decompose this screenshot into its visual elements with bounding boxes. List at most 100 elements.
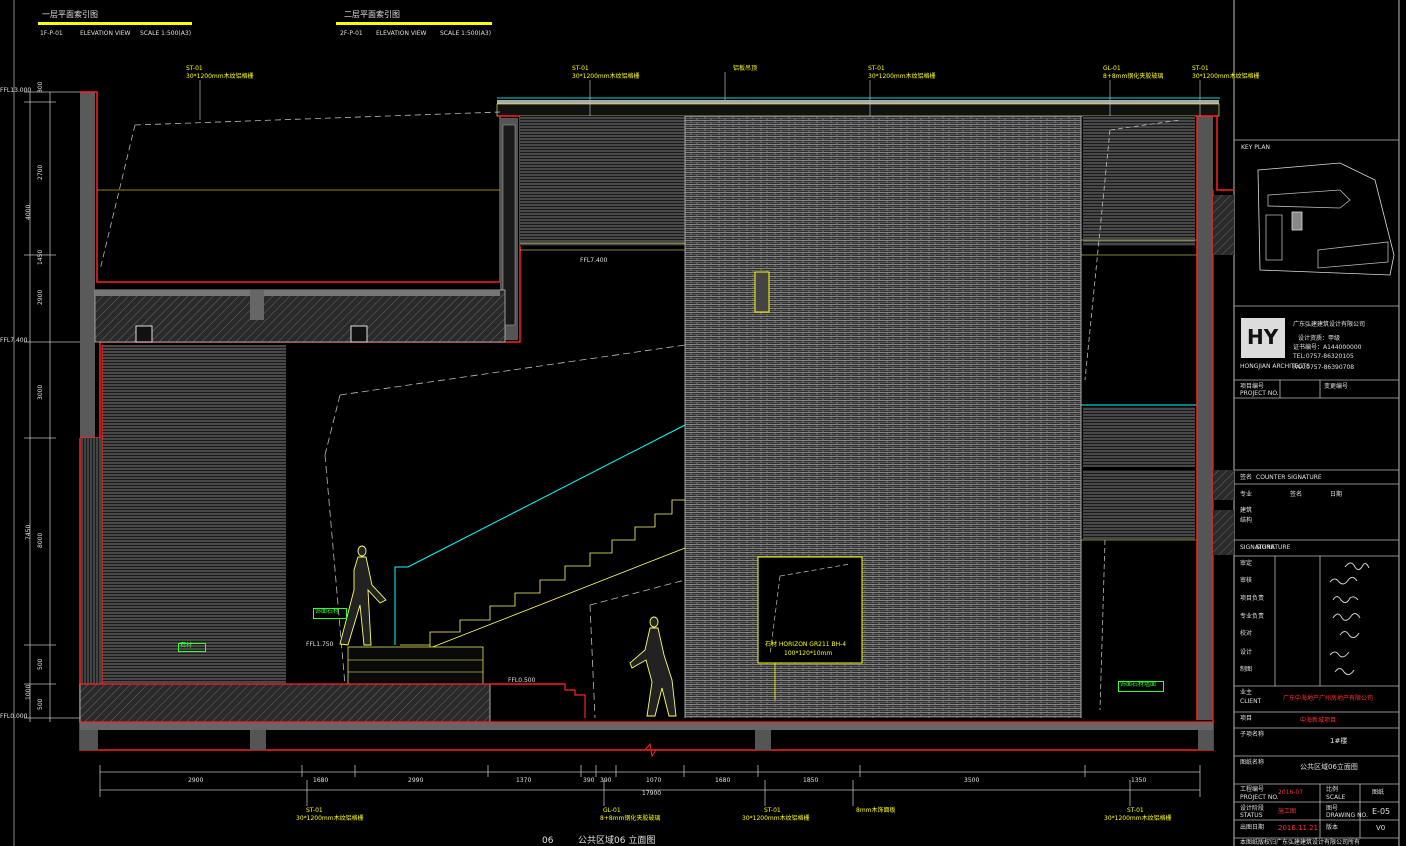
- tb-area: 1#楼: [1330, 737, 1348, 745]
- top-note-4-tag: ST-01: [868, 65, 885, 72]
- tb-role-struct: 结构: [1240, 517, 1253, 524]
- stair-steps: [400, 499, 686, 649]
- stone-label-sub: 100*120*10mm: [784, 650, 833, 657]
- tb-signature-title: SIGNATURE: [1256, 544, 1291, 551]
- left-dim-3: 4000: [25, 204, 32, 220]
- header-right-sub2: ELEVATION VIEW: [376, 30, 427, 37]
- tb-drawing-name: 公共区域06立面图: [1300, 763, 1358, 771]
- drawing-title: 公共区域06 立面图: [578, 836, 656, 846]
- bottom-note-1: 30*1200mm木纹铝格栅: [296, 815, 364, 822]
- bottom-note-5-tag: ST-01: [1127, 807, 1144, 814]
- tb-company-line3: 证书编号：A144000000: [1293, 344, 1362, 351]
- bottom-dim-total: 17900: [642, 790, 662, 797]
- tb-counter-signature: COUNTER SIGNATURE: [1256, 474, 1322, 481]
- bottom-note-2: 8+8mm钢化夹胶玻璃: [600, 815, 661, 822]
- tb-change: 变更编号: [1324, 383, 1349, 390]
- left-dim-8: 8000: [37, 532, 44, 548]
- top-note-6-tag: ST-01: [1192, 65, 1209, 72]
- left-dimension-lines: [24, 91, 80, 722]
- human-figure-left: [339, 545, 387, 646]
- level-upper-floor: FFL7.400: [580, 257, 608, 264]
- top-note-2: 30*1200mm木纹铝格栅: [572, 73, 640, 80]
- drawing-number: 06: [542, 836, 554, 846]
- header-left-sub2: ELEVATION VIEW: [80, 30, 131, 37]
- tb-sheet-label: 图纸: [1372, 789, 1385, 796]
- bottom-dim-2: 1680: [313, 777, 329, 784]
- tb-role-5: 校对: [1240, 630, 1253, 637]
- bottom-note-5: 30*1200mm木纹铝格栅: [1104, 815, 1172, 822]
- tb-area-label: 子项名称: [1240, 731, 1265, 738]
- tb-role-sign: 签名: [1290, 491, 1303, 498]
- left-dim-10: 1000: [25, 684, 32, 700]
- top-note-6: 30*1200mm木纹铝格栅: [1192, 73, 1260, 80]
- level-top: FFL13.000: [0, 87, 32, 94]
- key-plan-map: [1257, 162, 1395, 276]
- left-dim-7: 3000: [37, 384, 44, 400]
- tb-footer: 本图纸版权归广东弘建建筑设计有限公司所有: [1240, 839, 1361, 846]
- bottom-dim-4: 1370: [516, 777, 532, 784]
- left-dim-2: 2700: [37, 164, 44, 180]
- tb-sig-label: 签名: [1240, 474, 1253, 481]
- header-right-sub1: 2F-P-01: [340, 30, 363, 37]
- tb-drawing-label: 图纸名称: [1240, 759, 1265, 766]
- left-dim-6: 7450: [25, 524, 32, 540]
- bottom-dim-10: 3500: [964, 777, 980, 784]
- top-note-2-tag: ST-01: [572, 65, 589, 72]
- tb-drawing-no: E-05: [1372, 807, 1391, 816]
- top-note-3: 铝板吊顶: [733, 65, 758, 72]
- tb-scale-label: 比例: [1326, 786, 1339, 793]
- tb-drawing-no-en: DRAWING NO.: [1326, 812, 1368, 819]
- svg-text:HY: HY: [1247, 325, 1279, 349]
- tb-date-label: 出图日期: [1240, 824, 1265, 831]
- green-label-1: 饰面石材: [315, 608, 340, 615]
- tb-phase-value: 施工图: [1278, 808, 1297, 815]
- tb-scale-en: SCALE: [1326, 794, 1346, 801]
- tb-project: 中海新城项目: [1300, 717, 1337, 724]
- bottom-note-1-tag: ST-01: [306, 807, 323, 814]
- stone-label: 石材 HORIZON GR211 BH-4: [765, 641, 847, 648]
- tb-date-value: 2016.11.21: [1278, 824, 1319, 832]
- tb-key-plan: KEY PLAN: [1241, 144, 1270, 151]
- bottom-dim-6: 390: [600, 777, 612, 784]
- bottom-note-2-tag: GL-01: [603, 807, 621, 814]
- tb-role-major: 专业: [1240, 491, 1253, 498]
- bottom-dim-7: 1070: [646, 777, 662, 784]
- top-note-5: 8+8mm钢化夹胶玻璃: [1103, 73, 1164, 80]
- left-dim-9: 500: [37, 658, 44, 670]
- tb-tel: TEL:0757-86320105: [1293, 353, 1354, 360]
- tb-role-7: 制图: [1240, 666, 1253, 673]
- tb-client-label: 业主: [1240, 689, 1253, 696]
- green-label-3: 饰面石材墙面: [1120, 681, 1157, 688]
- tb-phase-en: STATUS: [1240, 812, 1263, 819]
- level-mid: FFL7.400: [0, 337, 28, 344]
- tb-role-6: 设计: [1240, 649, 1253, 656]
- left-dim-4: 1450: [37, 249, 44, 265]
- bottom-note-3-tag: ST-01: [764, 807, 781, 814]
- top-note-4: 30*1200mm木纹铝格栅: [868, 73, 936, 80]
- level-ground: FFL0.000: [0, 713, 28, 720]
- tb-version-label: 版本: [1326, 824, 1339, 831]
- tb-job-label-en: PROJECT NO.: [1240, 794, 1279, 801]
- header-right-title: 二层平面索引图: [344, 10, 400, 19]
- tb-job-label: 工程编号: [1240, 786, 1265, 793]
- tb-logo-sub: HONGJIAN ARCHITECTS: [1240, 363, 1310, 370]
- top-note-1-tag: ST-01: [186, 65, 203, 72]
- left-dim-11: 500: [37, 698, 44, 710]
- tb-client-label-en: CLIENT: [1240, 698, 1262, 705]
- header-right-underline: [336, 22, 492, 25]
- tb-project-no-en: PROJECT NO.: [1240, 390, 1279, 397]
- level-lower: FFL0.500: [508, 677, 536, 684]
- bottom-note-3: 30*1200mm木纹铝格栅: [742, 815, 810, 822]
- bottom-dim-8: 1680: [715, 777, 731, 784]
- left-dim-5: 2900: [37, 289, 44, 305]
- tb-version: V0: [1376, 824, 1386, 832]
- bottom-dim-3: 2990: [408, 777, 424, 784]
- tb-role-arch: 建筑: [1240, 507, 1253, 514]
- header-right-sub3: SCALE 1:500(A3): [440, 30, 492, 37]
- bottom-dim-5: 390: [583, 777, 595, 784]
- tb-role-3: 项目负责: [1240, 595, 1265, 602]
- handwritten-signatures: [1329, 562, 1370, 676]
- level-landing: FFL1.750: [306, 641, 334, 648]
- bottom-dim-9: 1850: [803, 777, 819, 784]
- bottom-dimension-lines: [99, 765, 1201, 806]
